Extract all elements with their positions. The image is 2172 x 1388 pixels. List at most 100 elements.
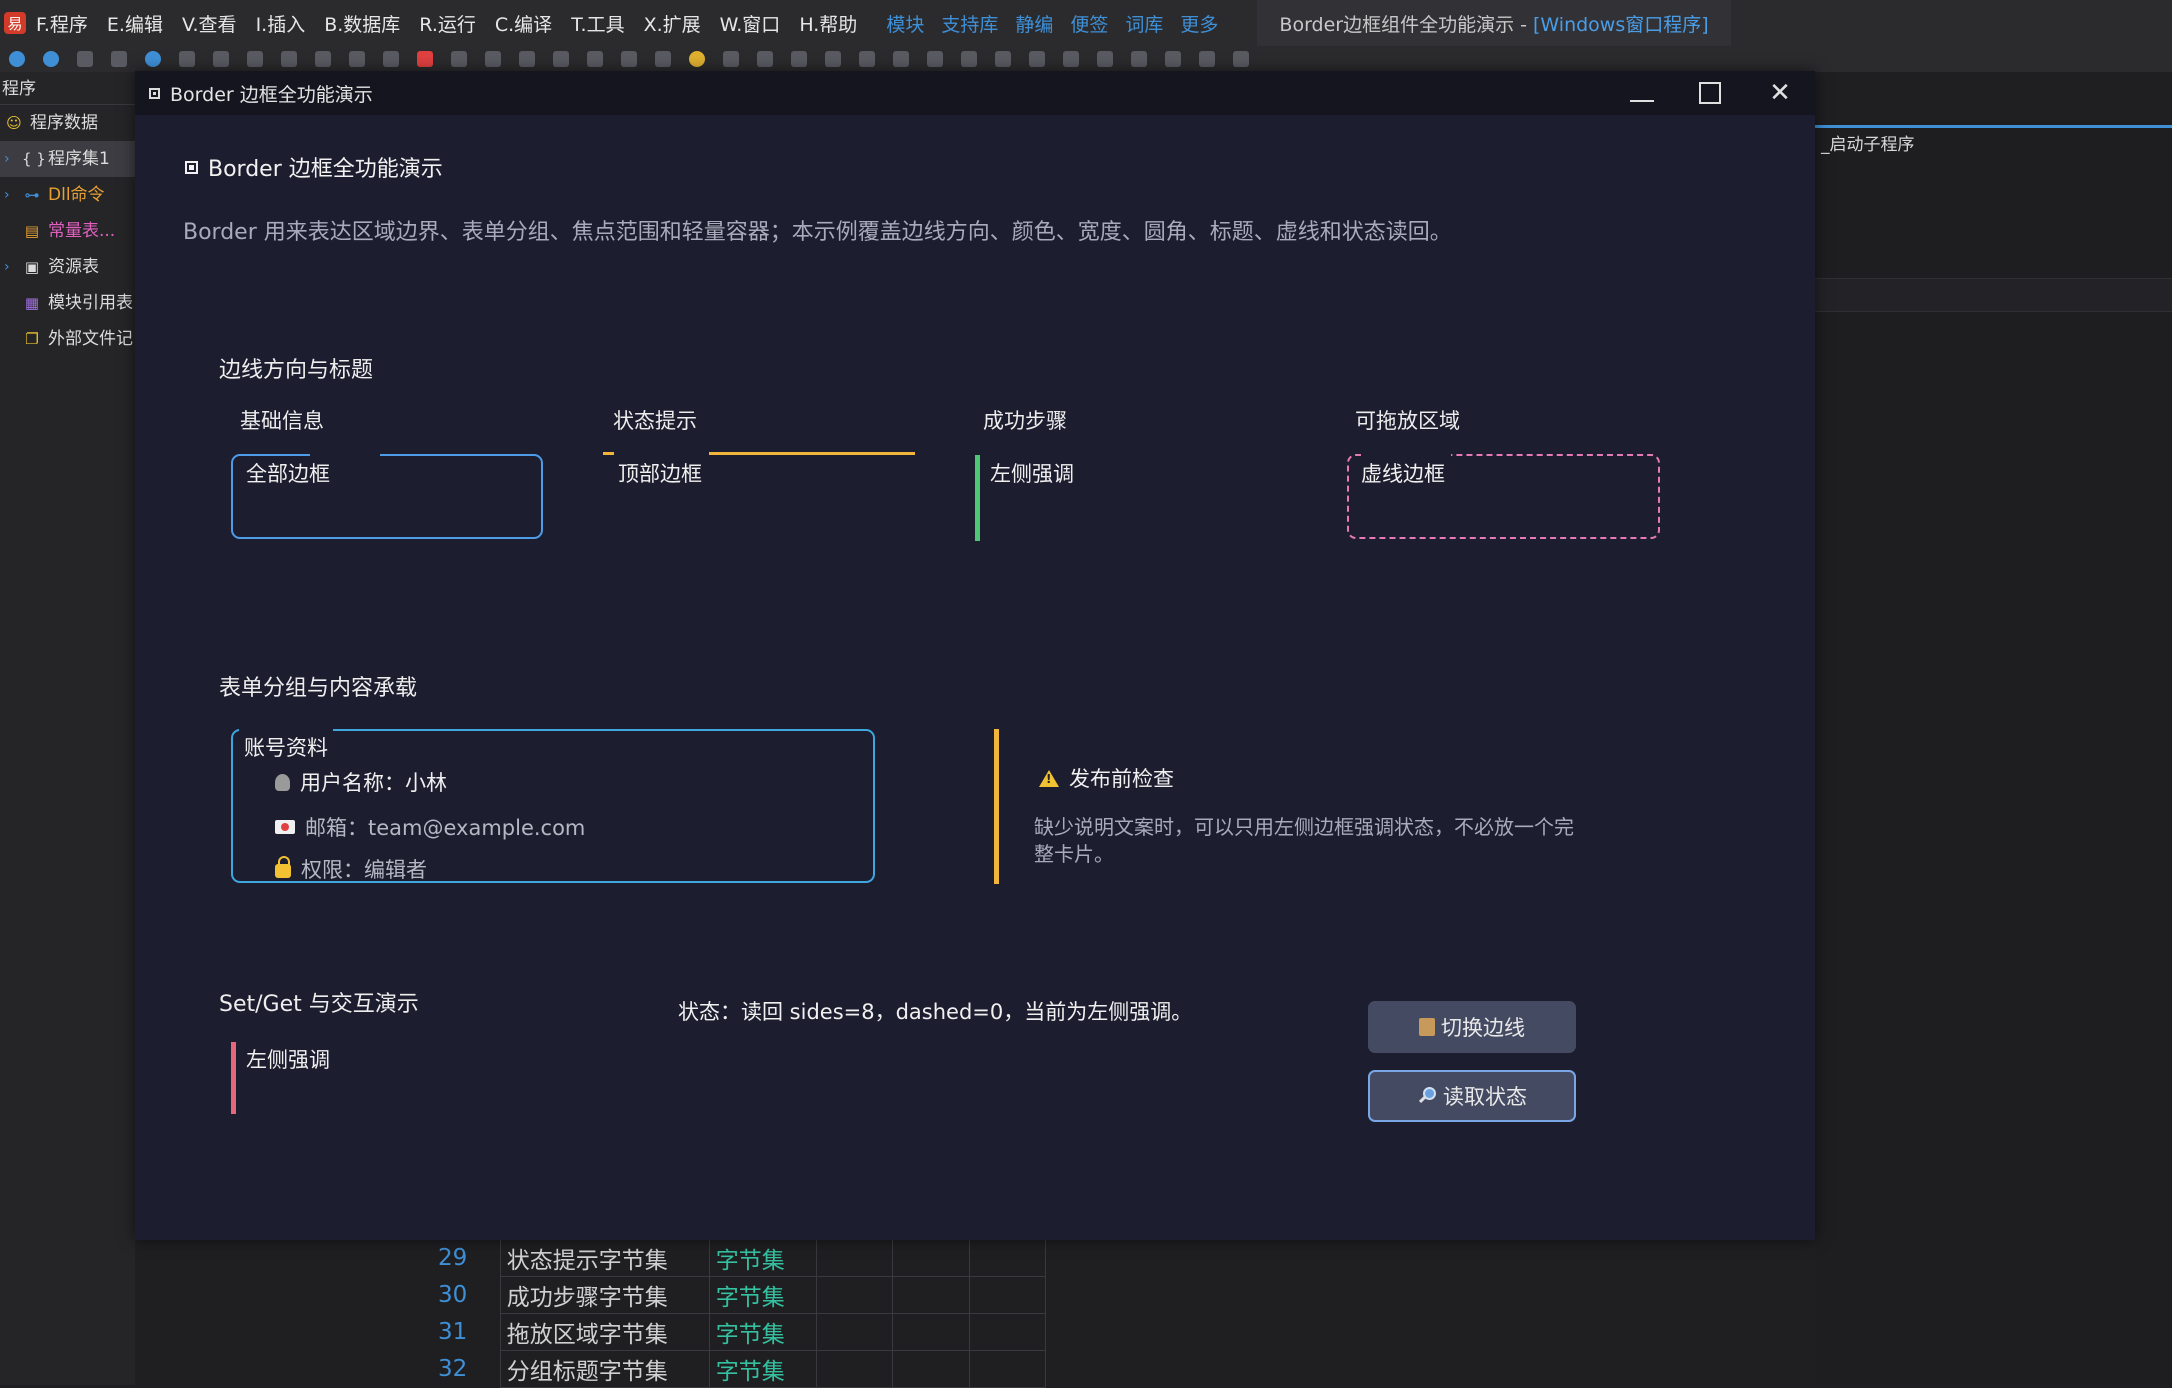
read-state-button[interactable]: 读取状态 — [1368, 1070, 1576, 1122]
step-icon[interactable] — [451, 51, 467, 67]
window-content: Border 边框全功能演示 Border 用来表达区域边界、表单分组、焦点范围… — [135, 115, 1815, 1240]
warning-title-text: 发布前检查 — [1069, 767, 1174, 791]
variable-name[interactable]: 分组标题字节集 — [499, 1350, 710, 1388]
cut-icon[interactable] — [179, 51, 195, 67]
align-right-icon[interactable] — [791, 51, 807, 67]
spacing-icon[interactable] — [1097, 51, 1113, 67]
center-v-icon[interactable] — [1063, 51, 1079, 67]
link-dictionary[interactable]: 词库 — [1125, 10, 1163, 37]
ide-document-tab[interactable]: Border边框组件全功能演示 - [Windows窗口程序] — [1257, 0, 1731, 46]
sidebar-item-modules[interactable]: ▦ 模块引用表 — [0, 285, 135, 321]
smiley-icon: ☺ — [6, 114, 22, 132]
save-icon[interactable] — [145, 51, 161, 67]
align-bottom-icon[interactable] — [859, 51, 875, 67]
variable-type[interactable]: 字节集 — [708, 1276, 818, 1314]
open-folder-icon[interactable] — [111, 51, 127, 67]
sidebar-item-external-files[interactable]: ❐ 外部文件记 — [0, 321, 135, 357]
redo-icon[interactable] — [281, 51, 297, 67]
chevron-right-icon[interactable]: › — [4, 177, 22, 213]
menu-compile[interactable]: C.编译 — [495, 10, 552, 37]
warning-description: 缺少说明文案时，可以只用左侧边框强调状态，不必放一个完整卡片。 — [1034, 815, 1574, 866]
folder-icon[interactable] — [349, 51, 365, 67]
menu-extend[interactable]: X.扩展 — [644, 10, 701, 37]
undo-icon[interactable] — [315, 51, 331, 67]
pin-icon[interactable] — [587, 51, 603, 67]
table-row[interactable]: 31 拖放区域字节集 字节集 — [420, 1313, 1047, 1351]
page-title-text: Border 边框全功能演示 — [208, 157, 443, 182]
link-module[interactable]: 模块 — [886, 10, 924, 37]
variable-name[interactable]: 成功步骤字节集 — [499, 1276, 710, 1314]
constant-icon: ▤ — [24, 222, 40, 240]
step-into-icon[interactable] — [485, 51, 501, 67]
maximize-button[interactable] — [1676, 71, 1744, 115]
same-width-icon[interactable] — [961, 51, 977, 67]
table-row[interactable]: 30 成功步骤字节集 字节集 — [420, 1276, 1047, 1314]
stop-icon[interactable] — [417, 51, 433, 67]
email-text: 邮箱：team@example.com — [305, 816, 586, 840]
same-height-icon[interactable] — [995, 51, 1011, 67]
variable-type[interactable]: 字节集 — [708, 1239, 818, 1277]
distribute-h-icon[interactable] — [893, 51, 909, 67]
minimize-icon — [1630, 100, 1654, 102]
chevron-right-icon[interactable]: › — [4, 249, 22, 285]
grid-icon[interactable] — [1165, 51, 1181, 67]
sidebar-item-dll[interactable]: › ⊶ Dll命令 — [0, 177, 135, 213]
sidebar-item-program-data[interactable]: ☺ 程序数据 — [0, 105, 135, 141]
close-button[interactable]: ✕ — [1746, 71, 1814, 115]
link-support-lib[interactable]: 支持库 — [941, 10, 998, 37]
left-emphasis-label: 左侧强调 — [990, 462, 1074, 486]
distribute-v-icon[interactable] — [927, 51, 943, 67]
variable-type[interactable]: 字节集 — [708, 1350, 818, 1388]
table-row[interactable]: 29 状态提示字节集 字节集 — [420, 1239, 1047, 1277]
code-variable-table: 29 状态提示字节集 字节集 30 成功步骤字节集 字节集 31 拖放区域字节集… — [420, 1239, 1047, 1388]
tools-icon[interactable] — [1233, 51, 1249, 67]
menu-program[interactable]: F.程序 — [36, 10, 88, 37]
ide-document-type: [Windows窗口程序] — [1533, 13, 1709, 36]
copy-icon[interactable] — [213, 51, 229, 67]
sidebar-item-resources[interactable]: › ▣ 资源表 — [0, 249, 135, 285]
menu-database[interactable]: B.数据库 — [324, 10, 400, 37]
menu-run[interactable]: R.运行 — [419, 10, 476, 37]
chevron-right-icon[interactable]: › — [4, 141, 22, 177]
align-top-icon[interactable] — [825, 51, 841, 67]
menu-edit[interactable]: E.编辑 — [107, 10, 163, 37]
window-titlebar[interactable]: Border 边框全功能演示 ✕ — [135, 71, 1815, 115]
forward-icon[interactable] — [43, 51, 59, 67]
link-icon[interactable] — [655, 51, 671, 67]
back-icon[interactable] — [9, 51, 25, 67]
menu-tools[interactable]: T.工具 — [571, 10, 624, 37]
variable-name[interactable]: 状态提示字节集 — [499, 1239, 710, 1277]
mail-icon — [275, 820, 295, 834]
menu-window[interactable]: W.窗口 — [720, 10, 781, 37]
run-icon[interactable] — [383, 51, 399, 67]
paste-icon[interactable] — [247, 51, 263, 67]
link-static[interactable]: 静编 — [1015, 10, 1053, 37]
link-notes[interactable]: 便签 — [1070, 10, 1108, 37]
toggle-border-button[interactable]: 切换边线 — [1368, 1001, 1576, 1053]
align-left-icon[interactable] — [757, 51, 773, 67]
sidebar-item-program-set[interactable]: › { } 程序集1 — [0, 141, 135, 177]
brush-icon[interactable] — [1199, 51, 1215, 67]
refresh-icon[interactable] — [553, 51, 569, 67]
table-row[interactable]: 32 分组标题字节集 字节集 — [420, 1350, 1047, 1388]
variable-name[interactable]: 拖放区域字节集 — [499, 1313, 710, 1351]
cursor-icon[interactable] — [723, 51, 739, 67]
new-file-icon[interactable] — [77, 51, 93, 67]
menu-insert[interactable]: I.插入 — [256, 10, 306, 37]
variable-type[interactable]: 字节集 — [708, 1313, 818, 1351]
right-panel-tab[interactable]: _启动子程序 — [1821, 130, 1915, 160]
box-icon — [1419, 1018, 1435, 1036]
dll-icon: ⊶ — [24, 186, 40, 204]
link-more[interactable]: 更多 — [1180, 10, 1218, 37]
breakpoint-icon[interactable] — [519, 51, 535, 67]
menu-view[interactable]: V.查看 — [182, 10, 237, 37]
menu-help[interactable]: H.帮助 — [799, 10, 857, 37]
minimize-button[interactable] — [1608, 71, 1676, 115]
order-icon[interactable] — [1131, 51, 1147, 67]
window-app-icon — [149, 87, 160, 99]
sidebar-item-constants[interactable]: ▤ 常量表... — [0, 213, 135, 249]
center-h-icon[interactable] — [1029, 51, 1045, 67]
bulb-icon[interactable] — [689, 51, 705, 67]
column-title-drop-zone: 可拖放区域 — [1355, 409, 1460, 433]
dot-icon[interactable] — [621, 51, 637, 67]
